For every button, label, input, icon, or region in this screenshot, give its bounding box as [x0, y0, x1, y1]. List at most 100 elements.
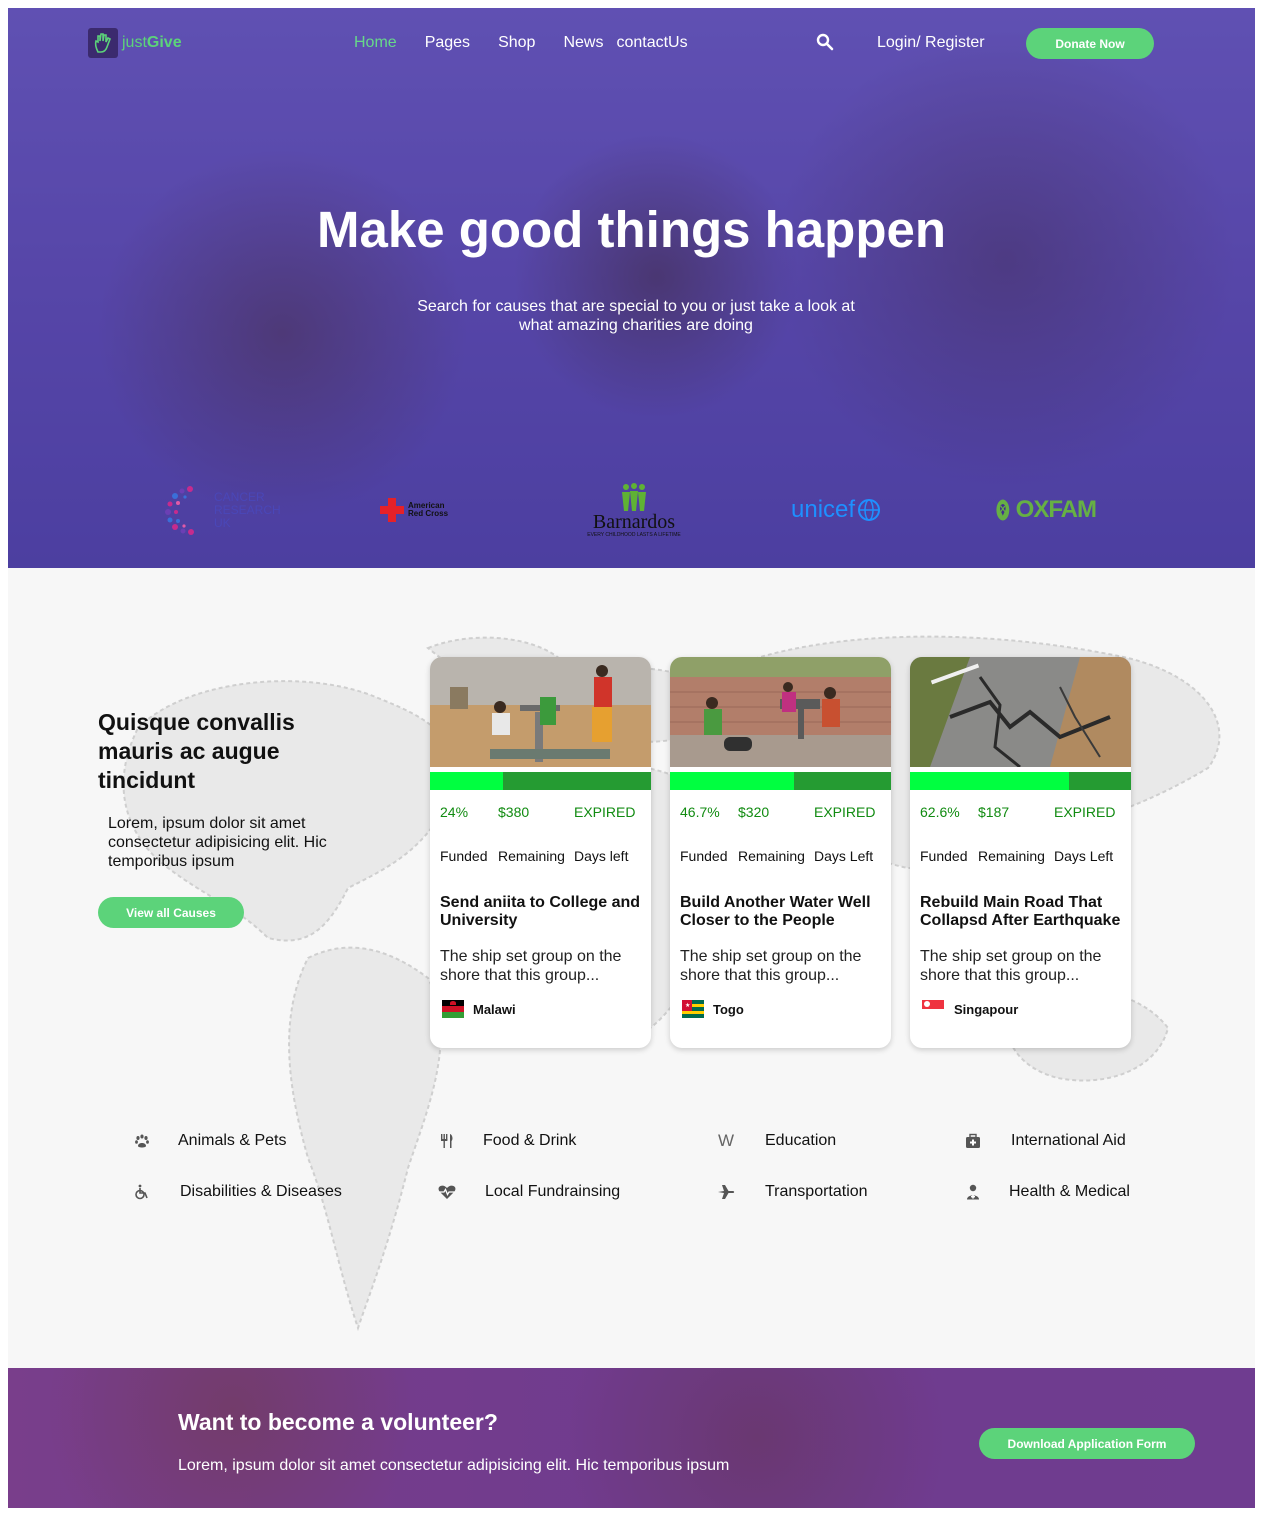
- singapore-flag-icon: [922, 1000, 944, 1018]
- volunteer-title: Want to become a volunteer?: [178, 1409, 498, 1435]
- cause-image-water-well: [670, 657, 891, 767]
- cancer-research-line3: UK: [214, 515, 231, 530]
- nav-pages[interactable]: Pages: [425, 34, 470, 52]
- hero-title: Make good things happen: [316, 201, 946, 258]
- unicef-logo: unicef: [791, 478, 901, 542]
- oxfam-wordmark: OXFAM: [1015, 496, 1097, 523]
- category-label: Disabilities & Diseases: [180, 1183, 342, 1200]
- days-left-label: Days Left: [1054, 848, 1114, 864]
- barnardos-logo: Barnardos EVERY CHILDHOOD LASTS A LIFETI…: [584, 478, 684, 542]
- oxfam-mark-icon: [996, 499, 1010, 521]
- education-icon: W: [717, 1131, 735, 1150]
- nav-shop[interactable]: Shop: [498, 34, 535, 52]
- logo[interactable]: justGive: [88, 28, 182, 58]
- funding-progress-fill: [430, 772, 503, 790]
- malawi-flag-icon: [442, 1000, 464, 1018]
- volunteer-text: Lorem, ipsum dolor sit amet consectetur …: [178, 1457, 730, 1474]
- remaining-label: Remaining: [498, 848, 565, 864]
- medkit-icon: [963, 1132, 983, 1150]
- category-food-drink[interactable]: Food & Drink: [437, 1132, 576, 1150]
- cause-card-togo[interactable]: 46.7% $320 EXPIRED Funded Remaining Days…: [670, 657, 891, 1048]
- funded-percent: 24%: [440, 804, 469, 820]
- category-local-fundraising[interactable]: Local Fundrainsing: [437, 1183, 620, 1201]
- hero-subtitle: Search for causes that are special to yo…: [417, 298, 855, 334]
- search-icon[interactable]: [816, 33, 836, 53]
- funding-progress-bar: [430, 772, 651, 790]
- category-transportation[interactable]: Transportation: [716, 1183, 868, 1201]
- funded-label: Funded: [680, 848, 728, 864]
- barnardos-tagline: EVERY CHILDHOOD LASTS A LIFETIME: [587, 532, 681, 538]
- category-disabilities-diseases[interactable]: Disabilities & Diseases: [132, 1183, 342, 1201]
- cause-description: The ship set group on the shore that thi…: [440, 948, 622, 984]
- funded-percent: 46.7%: [680, 804, 720, 820]
- days-left-label: Days Left: [814, 848, 874, 864]
- remaining-amount: $320: [738, 804, 770, 820]
- nav-home[interactable]: Home: [354, 34, 397, 52]
- barnardos-figures-icon: [622, 483, 646, 511]
- days-left-status: EXPIRED: [574, 804, 636, 820]
- category-label: Education: [765, 1132, 837, 1149]
- funding-progress-fill: [910, 772, 1070, 790]
- heartbeat-icon: [437, 1183, 457, 1201]
- category-education[interactable]: W Education: [716, 1131, 837, 1150]
- remaining-label: Remaining: [738, 848, 805, 864]
- cause-image-cracked-road: [910, 657, 1131, 767]
- cause-description: The ship set group on the shore that thi…: [920, 948, 1102, 984]
- causes-heading: Quisque convallis mauris ac augue tincid…: [98, 709, 295, 793]
- category-animals-pets[interactable]: Animals & Pets: [132, 1132, 286, 1150]
- cause-card-malawi[interactable]: 24% $380 EXPIRED Funded Remaining Days l…: [430, 657, 651, 1048]
- donate-now-button[interactable]: Donate Now: [1026, 28, 1154, 59]
- cause-location: Togo: [713, 1001, 744, 1017]
- nav-contact[interactable]: contactUs: [616, 34, 687, 52]
- category-label: Local Fundrainsing: [485, 1183, 621, 1200]
- cause-image-water-pump: [430, 657, 651, 767]
- volunteer-banner: Want to become a volunteer? Lorem, ipsum…: [8, 1368, 1255, 1508]
- paw-icon: [132, 1132, 152, 1150]
- barnardos-name: Barnardos: [592, 511, 676, 533]
- cause-title[interactable]: Send aniita to College and University: [440, 894, 645, 930]
- category-international-aid[interactable]: International Aid: [963, 1132, 1126, 1150]
- cause-location: Malawi: [473, 1001, 516, 1017]
- login-register-link[interactable]: Login/ Register: [877, 34, 985, 52]
- wheelchair-icon: [132, 1183, 152, 1201]
- nav-news[interactable]: News: [563, 34, 603, 52]
- category-label: Food & Drink: [483, 1132, 577, 1149]
- cause-card-singapour[interactable]: 62.6% $187 EXPIRED Funded Remaining Days…: [910, 657, 1131, 1048]
- days-left-status: EXPIRED: [1054, 804, 1116, 820]
- red-cross-icon: [380, 498, 404, 522]
- main-nav: Home Pages Shop News contactUs: [354, 34, 716, 52]
- red-cross-logo: American Red Cross: [378, 478, 478, 542]
- utensils-icon: [437, 1132, 457, 1150]
- funded-label: Funded: [440, 848, 488, 864]
- togo-flag-icon: ★: [682, 1000, 704, 1018]
- category-health-medical[interactable]: Health & Medical: [963, 1183, 1130, 1201]
- funding-progress-fill: [670, 772, 794, 790]
- cancer-research-line1: CANCER: [214, 489, 265, 504]
- causes-text: Lorem, ipsum dolor sit amet consectetur …: [108, 815, 327, 870]
- funded-percent: 62.6%: [920, 804, 960, 820]
- category-label: International Aid: [1011, 1132, 1126, 1149]
- causes-section: Quisque convallis mauris ac augue tincid…: [8, 568, 1255, 1368]
- funding-progress-bar: [910, 772, 1131, 790]
- download-application-form-button[interactable]: Download Application Form: [979, 1428, 1195, 1459]
- cancer-research-mark-icon: [165, 486, 194, 535]
- cancer-research-logo: CANCER RESEARCH UK: [160, 478, 290, 542]
- view-all-causes-button[interactable]: View all Causes: [98, 897, 244, 928]
- category-label: Health & Medical: [1009, 1183, 1130, 1200]
- plane-icon: [716, 1183, 736, 1201]
- funded-label: Funded: [920, 848, 968, 864]
- category-label: Animals & Pets: [178, 1132, 287, 1149]
- cause-title[interactable]: Rebuild Main Road That Collapsd After Ea…: [920, 894, 1125, 930]
- logo-text-just: just: [122, 34, 147, 51]
- days-left-status: EXPIRED: [814, 804, 876, 820]
- logo-text-give: Give: [146, 34, 182, 51]
- unicef-wordmark: unicef: [791, 496, 856, 523]
- red-cross-line2: Red Cross: [408, 509, 449, 518]
- days-left-label: Days left: [574, 848, 629, 864]
- cause-description: The ship set group on the shore that thi…: [680, 948, 862, 984]
- cause-location: Singapour: [954, 1001, 1019, 1017]
- cause-title[interactable]: Build Another Water Well Closer to the P…: [680, 894, 885, 930]
- remaining-amount: $187: [978, 804, 1010, 820]
- unicef-globe-icon: [858, 499, 881, 521]
- remaining-amount: $380: [498, 804, 530, 820]
